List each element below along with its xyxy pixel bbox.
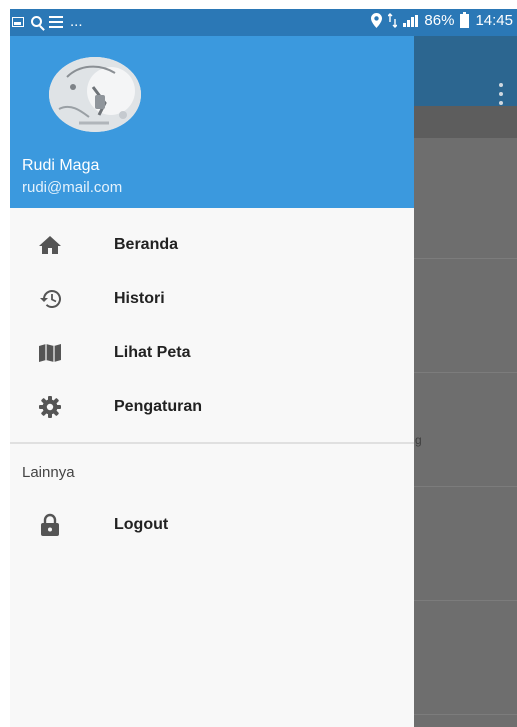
nav-item-beranda[interactable]: Beranda [10, 218, 414, 272]
user-name: Rudi Maga [22, 157, 100, 174]
nav-item-lihat-peta[interactable]: Lihat Peta [10, 326, 414, 380]
lock-icon [36, 513, 64, 537]
nav-item-histori[interactable]: Histori [10, 272, 414, 326]
map-icon [36, 341, 64, 365]
history-icon [36, 287, 64, 311]
battery-charging-icon [460, 11, 470, 28]
status-time: 14:45 [475, 12, 513, 29]
nav-item-label: Beranda [114, 236, 179, 253]
nav-item-label: Lihat Peta [114, 344, 191, 361]
status-bar: ... 86% 14:45 [10, 9, 517, 36]
signal-icon [403, 14, 419, 27]
gear-icon [36, 395, 64, 419]
image-icon [12, 16, 24, 27]
nav-item-logout[interactable]: Logout [10, 498, 414, 552]
drawer-divider [10, 442, 414, 444]
search-icon [31, 16, 42, 27]
status-overflow-indicator: ... [70, 13, 83, 30]
home-icon [36, 233, 64, 257]
list-icon [49, 15, 63, 28]
user-email: rudi@mail.com [22, 179, 123, 196]
status-bar-right: 86% 14:45 [371, 11, 513, 29]
avatar-photo [49, 57, 141, 132]
nav-item-label: Histori [114, 290, 165, 307]
navigation-drawer: Rudi Maga rudi@mail.com Beranda Histori … [10, 36, 414, 727]
background-text-snippet: g [415, 433, 422, 447]
phone-screen: g ... 86% 14:45 Rudi Maga rudi@mail.com … [10, 9, 517, 727]
status-bar-left: ... [12, 13, 83, 30]
avatar[interactable] [49, 57, 141, 132]
battery-percent: 86% [424, 12, 455, 29]
nav-item-label: Pengaturan [114, 398, 203, 415]
section-label-lainnya: Lainnya [22, 464, 75, 481]
location-icon [371, 13, 383, 28]
network-icon [388, 13, 398, 28]
nav-item-pengaturan[interactable]: Pengaturan [10, 380, 414, 434]
drawer-header: Rudi Maga rudi@mail.com [10, 36, 414, 208]
nav-item-label: Logout [114, 516, 169, 533]
more-vert-icon [499, 83, 503, 105]
